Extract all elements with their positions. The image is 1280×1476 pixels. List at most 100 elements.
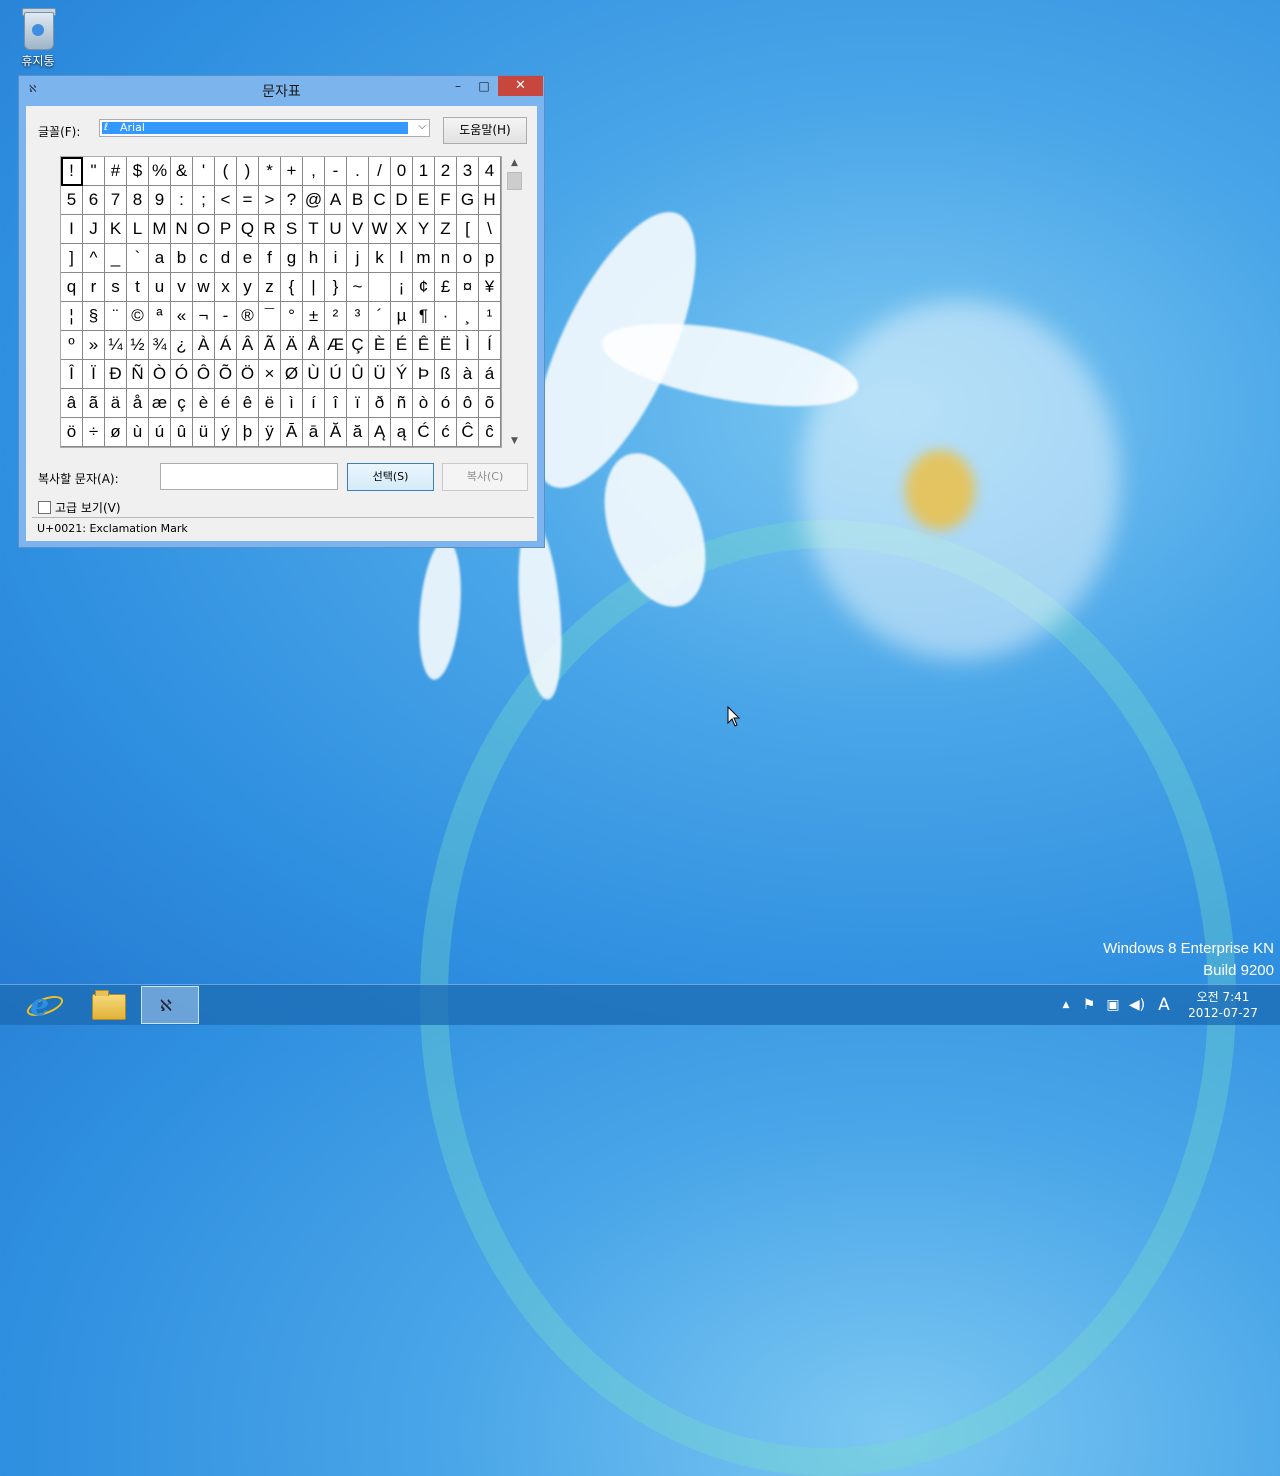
char-cell[interactable]: 4 [479,157,501,186]
scroll-thumb[interactable] [507,172,522,190]
char-cell[interactable]: § [83,302,105,331]
char-cell[interactable]: É [391,331,413,360]
char-cell[interactable]: 1 [413,157,435,186]
char-cell[interactable] [369,273,391,302]
char-cell[interactable]: à [457,360,479,389]
char-cell[interactable]: æ [149,389,171,418]
char-cell[interactable]: # [105,157,127,186]
char-cell[interactable]: S [281,215,303,244]
char-cell[interactable]: Ë [435,331,457,360]
char-cell[interactable]: % [149,157,171,186]
checkbox-box[interactable] [38,501,51,514]
char-cell[interactable]: P [215,215,237,244]
char-cell[interactable]: r [83,273,105,302]
char-cell[interactable]: Ð [105,360,127,389]
advanced-view-checkbox[interactable]: 고급 보기(V) [38,499,121,516]
char-cell[interactable]: ; [193,186,215,215]
char-cell[interactable]: ¹ [479,302,501,331]
clock[interactable]: 오전 7:41 2012-07-27 [1180,989,1266,1021]
copy-button[interactable]: 복사(C) [442,463,528,491]
char-cell[interactable]: I [61,215,83,244]
chevron-down-icon[interactable]: ⌵ [418,121,426,132]
char-cell[interactable]: » [83,331,105,360]
char-cell[interactable]: ç [171,389,193,418]
char-cell[interactable]: i [325,244,347,273]
char-cell[interactable]: ¦ [61,302,83,331]
char-cell[interactable]: ã [83,389,105,418]
char-cell[interactable]: ñ [391,389,413,418]
char-cell[interactable]: 2 [435,157,457,186]
char-cell[interactable]: Õ [215,360,237,389]
char-cell[interactable]: | [303,273,325,302]
char-cell[interactable]: \ [479,215,501,244]
char-cell[interactable]: Ā [281,418,303,447]
char-cell[interactable]: 0 [391,157,413,186]
char-cell[interactable]: " [83,157,105,186]
char-cell[interactable]: G [457,186,479,215]
char-cell[interactable]: ĉ [479,418,501,447]
char-cell[interactable]: + [281,157,303,186]
char-cell[interactable]: Â [237,331,259,360]
char-cell[interactable]: X [391,215,413,244]
help-button[interactable]: 도움말(H) [443,117,527,144]
char-cell[interactable]: K [105,215,127,244]
char-cell[interactable]: ß [435,360,457,389]
char-cell[interactable]: - [215,302,237,331]
char-cell[interactable]: Ó [171,360,193,389]
char-cell[interactable]: ¸ [457,302,479,331]
char-cell[interactable]: : [171,186,193,215]
char-cell[interactable]: ÿ [259,418,281,447]
ime-mode-indicator[interactable]: A [1154,985,1174,1025]
char-cell[interactable]: Ù [303,360,325,389]
char-cell[interactable]: ° [281,302,303,331]
select-button[interactable]: 선택(S) [347,463,434,491]
char-cell[interactable]: í [303,389,325,418]
char-cell[interactable]: · [435,302,457,331]
char-cell[interactable]: Ý [391,360,413,389]
char-cell[interactable]: b [171,244,193,273]
char-cell[interactable]: V [347,215,369,244]
char-cell[interactable]: é [215,389,237,418]
char-cell[interactable]: J [83,215,105,244]
char-cell[interactable]: ë [259,389,281,418]
char-cell[interactable]: B [347,186,369,215]
char-cell[interactable]: Ñ [127,360,149,389]
char-cell[interactable]: y [237,273,259,302]
char-cell[interactable]: < [215,186,237,215]
char-cell[interactable]: O [193,215,215,244]
char-cell[interactable]: ă [347,418,369,447]
char-cell[interactable]: î [325,389,347,418]
char-cell[interactable]: ā [303,418,325,447]
char-cell[interactable]: Û [347,360,369,389]
char-cell[interactable]: u [149,273,171,302]
char-cell[interactable]: U [325,215,347,244]
char-cell[interactable]: / [369,157,391,186]
char-cell[interactable]: L [127,215,149,244]
char-cell[interactable]: ® [237,302,259,331]
char-cell[interactable]: * [259,157,281,186]
maximize-button[interactable]: □ [471,76,497,96]
char-cell[interactable]: ò [413,389,435,418]
close-button[interactable]: ✕ [498,76,543,96]
char-cell[interactable]: j [347,244,369,273]
char-cell[interactable]: 8 [127,186,149,215]
char-cell[interactable]: ï [347,389,369,418]
char-cell[interactable]: ^ [83,244,105,273]
char-cell[interactable]: t [127,273,149,302]
char-cell[interactable]: Ö [237,360,259,389]
char-cell[interactable]: n [435,244,457,273]
char-cell[interactable]: } [325,273,347,302]
char-cell[interactable]: - [325,157,347,186]
char-cell[interactable]: = [237,186,259,215]
char-cell[interactable]: x [215,273,237,302]
char-cell[interactable]: N [171,215,193,244]
char-cell[interactable]: Ü [369,360,391,389]
char-cell[interactable]: d [215,244,237,273]
char-cell[interactable]: Ą [369,418,391,447]
char-cell[interactable]: [ [457,215,479,244]
char-cell[interactable]: Ä [281,331,303,360]
char-cell[interactable]: m [413,244,435,273]
char-cell[interactable]: ä [105,389,127,418]
taskbar-character-map[interactable]: ℵ [141,986,199,1024]
char-cell[interactable]: È [369,331,391,360]
